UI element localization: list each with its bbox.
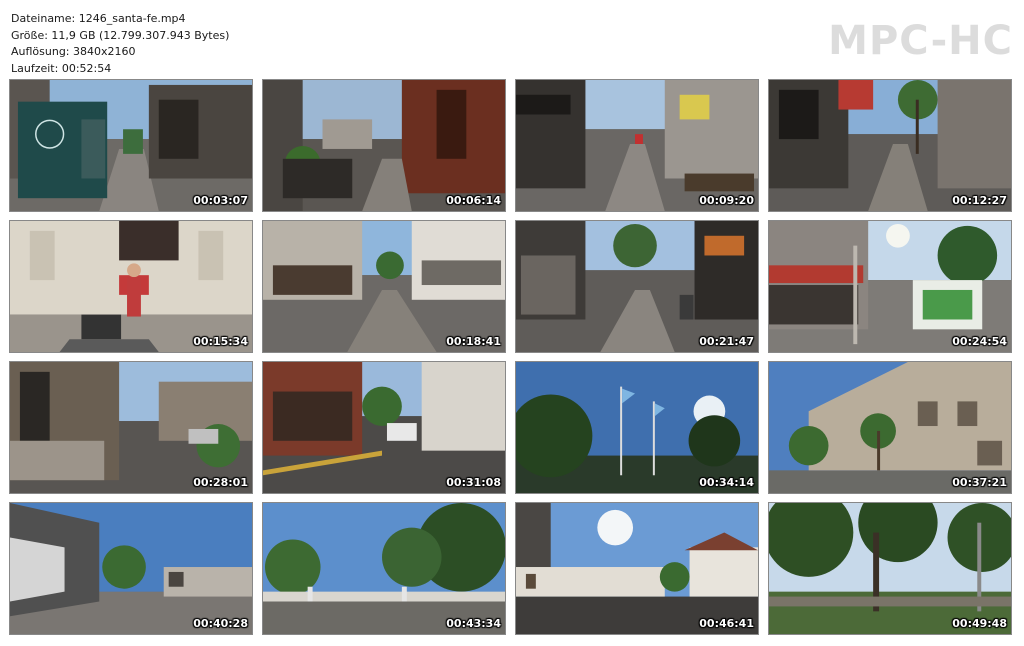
thumbnail: 00:49:48 [768,502,1012,635]
thumbnail: 00:37:21 [768,361,1012,494]
thumbnail: 00:34:14 [515,361,759,494]
thumbnail-timestamp: 00:40:28 [193,617,248,630]
thumbnail-timestamp: 00:12:27 [952,194,1007,207]
thumbnail-timestamp: 00:21:47 [699,335,754,348]
thumbnail-timestamp: 00:31:08 [446,476,501,489]
thumbnail-timestamp: 00:03:07 [193,194,248,207]
thumbnail: 00:21:47 [515,220,759,353]
thumbnail: 00:40:28 [9,502,253,635]
thumbnail: 00:03:07 [9,79,253,212]
thumbnail: 00:06:14 [262,79,506,212]
file-duration: Laufzeit: 00:52:54 [11,61,112,75]
thumbnail: 00:43:34 [262,502,506,635]
file-name: Dateiname: 1246_santa-fe.mp4 [11,12,186,25]
thumbnail-timestamp: 00:15:34 [193,335,248,348]
file-resolution: Auflösung: 3840x2160 [11,45,136,58]
thumbnail-timestamp: 00:06:14 [446,194,501,207]
thumbnail-timestamp: 00:49:48 [952,617,1007,630]
thumbnail-timestamp: 00:18:41 [446,335,501,348]
file-info: Dateiname: 1246_santa-fe.mp4 Größe: 11,9… [11,11,229,77]
thumbnail-grid: 00:03:07 00:06:14 00:09:20 00:12:27 00:1… [9,79,1012,635]
thumbnail: 00:46:41 [515,502,759,635]
thumbnail: 00:28:01 [9,361,253,494]
mpc-hc-logo: MPC-HC [828,18,1013,64]
thumbnail: 00:09:20 [515,79,759,212]
thumbnail-timestamp: 00:43:34 [446,617,501,630]
thumbnail: 00:12:27 [768,79,1012,212]
thumbnail: 00:15:34 [9,220,253,353]
file-size: Größe: 11,9 GB (12.799.307.943 Bytes) [11,28,230,42]
thumbnail: 00:24:54 [768,220,1012,353]
thumbnail-timestamp: 00:34:14 [699,476,754,489]
thumbnail-timestamp: 00:46:41 [699,617,754,630]
thumbnail-timestamp: 00:09:20 [699,194,754,207]
thumbnail-timestamp: 00:24:54 [952,335,1007,348]
thumbnail: 00:31:08 [262,361,506,494]
thumbnail-timestamp: 00:37:21 [952,476,1007,489]
thumbnail: 00:18:41 [262,220,506,353]
thumbnail-timestamp: 00:28:01 [193,476,248,489]
